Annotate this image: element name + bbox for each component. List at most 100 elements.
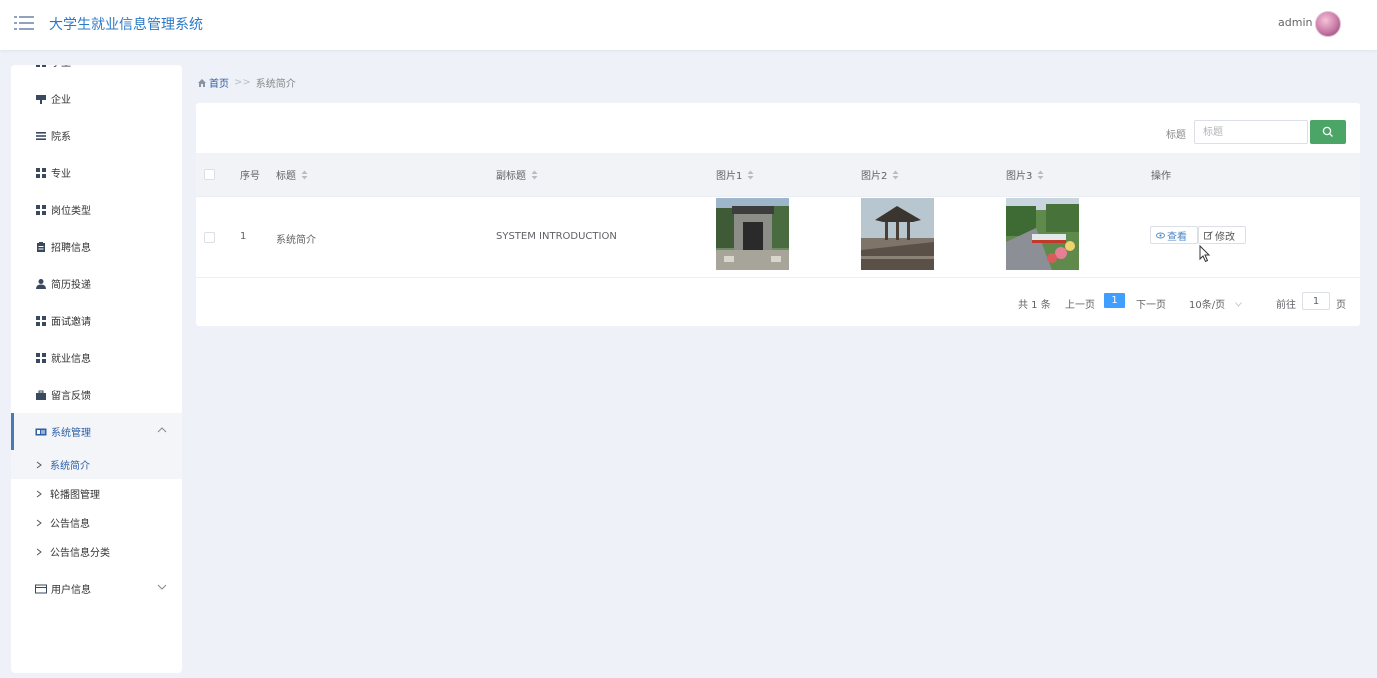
sidebar-subitem-label: 轮播图管理	[50, 490, 100, 501]
search-label: 标题	[1166, 130, 1186, 141]
page-unit-label: 页	[1336, 300, 1346, 311]
edit-button[interactable]: 修改	[1198, 226, 1246, 244]
header-label: 序号	[240, 171, 260, 182]
avatar[interactable]	[1315, 11, 1341, 37]
search-icon	[1322, 126, 1334, 138]
breadcrumb-home-label: 首页	[209, 79, 229, 90]
goto-label: 前往	[1276, 300, 1296, 311]
table-header: 序号 标题 副标题 图片1 图片2 图片3 操作	[196, 153, 1360, 197]
menu-toggle-icon[interactable]	[14, 14, 34, 32]
image1-thumbnail[interactable]	[716, 198, 789, 270]
sort-icon[interactable]	[747, 170, 754, 180]
header-image2[interactable]: 图片2	[861, 153, 899, 196]
breadcrumb-home[interactable]: 首页	[197, 75, 229, 90]
view-label: 查看	[1167, 231, 1187, 243]
list-icon	[35, 130, 47, 142]
sidebar-item-interview[interactable]: 面试邀请	[11, 302, 182, 339]
header-label: 标题	[276, 171, 296, 182]
row-title: 系统简介	[276, 235, 316, 246]
header-label: 图片2	[861, 171, 888, 182]
top-header: 大学生就业信息管理系统 admin	[0, 0, 1377, 50]
title-search-input[interactable]	[1194, 120, 1308, 144]
sidebar-item-system[interactable]: 系统管理	[11, 413, 182, 450]
sidebar-subitem-label: 系统简介	[50, 461, 90, 472]
sidebar-item-recruitment[interactable]: 招聘信息	[11, 228, 182, 265]
sidebar-item-major[interactable]: 专业	[11, 154, 182, 191]
image3-thumbnail[interactable]	[1006, 198, 1079, 270]
goto-page-input[interactable]	[1302, 292, 1330, 310]
edit-icon	[1204, 230, 1213, 240]
row-subtitle: SYSTEM INTRODUCTION	[496, 231, 617, 242]
header-label: 副标题	[496, 171, 526, 182]
sidebar-item-label: 就业信息	[51, 354, 91, 365]
sidebar-item-label: 院系	[51, 132, 71, 143]
grid-icon	[35, 204, 47, 216]
edit-label: 修改	[1215, 231, 1235, 243]
sidebar-item-label: 简历投递	[51, 280, 91, 291]
sidebar-subitem-notice-category[interactable]: 公告信息分类	[11, 537, 182, 566]
sort-icon[interactable]	[1037, 170, 1044, 180]
table-row: 1 系统简介 SYSTEM INTRODUCTION 查看 修改	[196, 197, 1360, 278]
sidebar-item-job-type[interactable]: 岗位类型	[11, 191, 182, 228]
grid-icon	[35, 167, 47, 179]
chevron-right-icon	[35, 461, 43, 469]
user-icon	[35, 278, 47, 290]
sidebar-item-label: 岗位类型	[51, 206, 91, 217]
sidebar-subitem-carousel[interactable]: 轮播图管理	[11, 479, 182, 508]
chevron-right-icon	[35, 519, 43, 527]
briefcase-icon	[35, 389, 47, 401]
select-all-checkbox[interactable]	[204, 169, 215, 180]
sidebar-item-department[interactable]: 院系	[11, 117, 182, 154]
chevron-down-icon	[157, 582, 167, 592]
breadcrumb-current: 系统简介	[255, 79, 296, 90]
header-image1[interactable]: 图片1	[716, 153, 754, 196]
sidebar-subitem-system-intro[interactable]: 系统简介	[11, 450, 182, 479]
pagination: 共 1 条 上一页 1 下一页 10条/页 前往 页	[196, 292, 1360, 313]
search-button[interactable]	[1310, 120, 1346, 144]
settings-card-icon	[35, 426, 47, 438]
user-name[interactable]: admin	[1278, 16, 1312, 29]
chevron-right-icon	[35, 490, 43, 498]
sidebar-item-label: 留言反馈	[51, 391, 91, 402]
page-size-value: 10条/页	[1189, 300, 1226, 311]
sidebar-item-label: 面试邀请	[51, 317, 91, 328]
company-icon	[35, 93, 47, 105]
sidebar-item-company[interactable]: 企业	[11, 80, 182, 117]
sidebar-item-resume[interactable]: 简历投递	[11, 265, 182, 302]
next-page-button[interactable]: 下一页	[1136, 296, 1166, 311]
page-number-current[interactable]: 1	[1104, 293, 1125, 308]
sidebar-subitem-label: 公告信息分类	[50, 548, 110, 559]
breadcrumb-separator: >>	[234, 77, 251, 88]
grid-icon	[35, 65, 47, 68]
chevron-down-icon	[1235, 299, 1242, 307]
sidebar-item-employment[interactable]: 就业信息	[11, 339, 182, 376]
header-actions: 操作	[1151, 153, 1171, 196]
row-checkbox[interactable]	[204, 232, 215, 243]
header-image3[interactable]: 图片3	[1006, 153, 1044, 196]
sidebar-item-students[interactable]: 学生	[11, 65, 182, 80]
breadcrumb: 首页 >> 系统简介	[197, 75, 296, 90]
clipboard-icon	[35, 241, 47, 253]
eye-icon	[1156, 231, 1165, 240]
sort-icon[interactable]	[892, 170, 899, 180]
sort-icon[interactable]	[531, 170, 538, 180]
header-label: 图片3	[1006, 171, 1033, 182]
sort-icon[interactable]	[301, 170, 308, 180]
prev-page-button[interactable]: 上一页	[1065, 296, 1095, 311]
header-index: 序号	[240, 153, 260, 196]
home-icon	[197, 78, 207, 88]
header-title[interactable]: 标题	[276, 153, 308, 196]
sidebar-item-label: 用户信息	[51, 585, 91, 596]
sidebar-subitem-label: 公告信息	[50, 519, 90, 530]
pagination-total: 共 1 条	[1018, 300, 1051, 311]
sidebar-item-user-info[interactable]: 用户信息	[11, 570, 182, 607]
mouse-cursor-icon	[1199, 244, 1211, 263]
sidebar-item-feedback[interactable]: 留言反馈	[11, 376, 182, 413]
header-subtitle[interactable]: 副标题	[496, 153, 538, 196]
sidebar: 学生 企业 院系 专业 岗位类型 招聘信息 简历投递	[11, 65, 182, 673]
view-button[interactable]: 查看	[1150, 226, 1198, 244]
sidebar-subitem-notice[interactable]: 公告信息	[11, 508, 182, 537]
page-size-select[interactable]: 10条/页	[1189, 296, 1242, 311]
image2-thumbnail[interactable]	[861, 198, 934, 270]
sidebar-item-label: 学生	[51, 65, 71, 69]
